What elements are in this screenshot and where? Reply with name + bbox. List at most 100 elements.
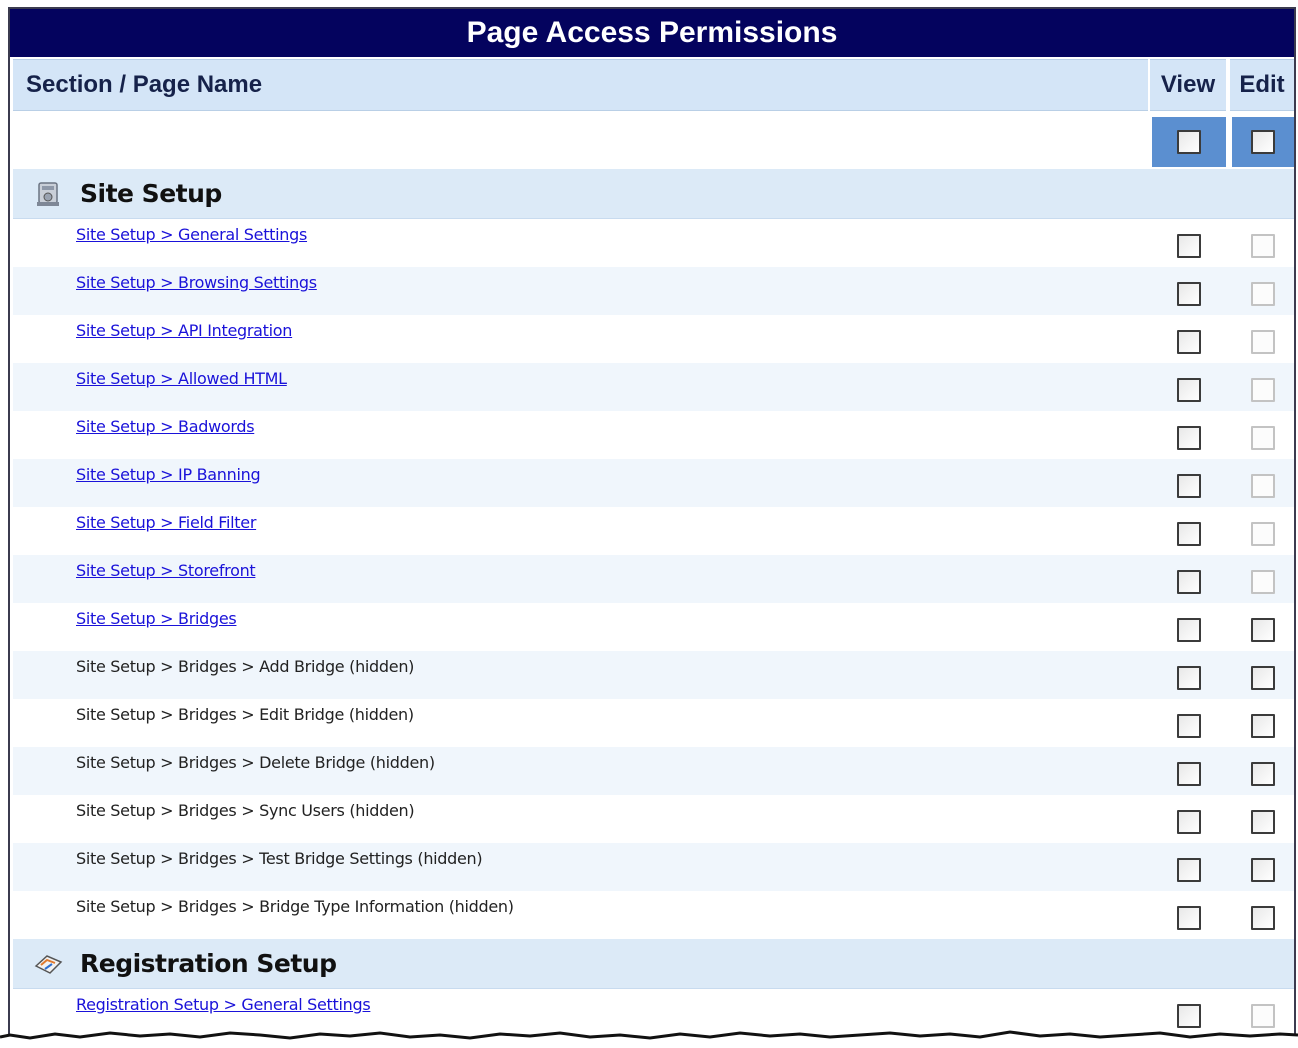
view-cell (1152, 315, 1226, 363)
torn-edge-decoration (0, 1030, 1298, 1048)
edit-cell (1232, 843, 1294, 891)
view-checkbox[interactable] (1177, 234, 1201, 258)
permission-row: Site Setup > Bridges (13, 603, 1294, 651)
view-cell (1152, 363, 1226, 411)
view-checkbox[interactable] (1177, 378, 1201, 402)
edit-checkbox-disabled (1251, 522, 1275, 546)
permission-row: Site Setup > IP Banning (13, 459, 1294, 507)
column-header-row: Section / Page Name View Edit (10, 59, 1294, 111)
edit-cell (1232, 795, 1294, 843)
section-label: Registration Setup (80, 949, 337, 978)
view-checkbox[interactable] (1177, 282, 1201, 306)
edit-cell (1232, 891, 1294, 939)
page-label: Site Setup > Bridges > Edit Bridge (hidd… (76, 705, 414, 724)
section-label: Site Setup (80, 179, 222, 208)
page-link[interactable]: Site Setup > Field Filter (76, 513, 256, 533)
page-link[interactable]: Site Setup > IP Banning (76, 465, 261, 485)
edit-checkbox[interactable] (1251, 714, 1275, 738)
page-label: Site Setup > Bridges > Add Bridge (hidde… (76, 657, 415, 676)
select-all-view-checkbox[interactable] (1177, 130, 1201, 154)
page-link[interactable]: Site Setup > API Integration (76, 321, 292, 341)
permission-row: Site Setup > Field Filter (13, 507, 1294, 555)
site-setup-icon (33, 180, 63, 208)
view-checkbox[interactable] (1177, 570, 1201, 594)
permission-row: Site Setup > Bridges > Sync Users (hidde… (13, 795, 1294, 843)
permission-row: Site Setup > Allowed HTML (13, 363, 1294, 411)
edit-cell (1232, 555, 1294, 603)
permission-row: Site Setup > Bridges > Edit Bridge (hidd… (13, 699, 1294, 747)
view-cell (1152, 651, 1226, 699)
column-header-view: View (1150, 59, 1226, 111)
edit-cell (1232, 315, 1294, 363)
edit-checkbox[interactable] (1251, 666, 1275, 690)
edit-cell (1232, 219, 1294, 267)
edit-checkbox-disabled (1251, 474, 1275, 498)
view-checkbox[interactable] (1177, 426, 1201, 450)
view-checkbox[interactable] (1177, 906, 1201, 930)
page-link[interactable]: Site Setup > Allowed HTML (76, 369, 287, 389)
permission-row: Site Setup > API Integration (13, 315, 1294, 363)
page-label: Site Setup > Bridges > Sync Users (hidde… (76, 801, 415, 820)
view-checkbox[interactable] (1177, 762, 1201, 786)
view-checkbox[interactable] (1177, 522, 1201, 546)
permission-row: Site Setup > Storefront (13, 555, 1294, 603)
edit-cell (1232, 267, 1294, 315)
view-cell (1152, 507, 1226, 555)
view-cell (1152, 891, 1226, 939)
view-checkbox[interactable] (1177, 858, 1201, 882)
page-link[interactable]: Site Setup > Browsing Settings (76, 273, 317, 293)
edit-cell (1232, 747, 1294, 795)
page-link[interactable]: Site Setup > Storefront (76, 561, 256, 581)
select-all-edit-cell (1232, 117, 1294, 167)
select-all-edit-checkbox[interactable] (1251, 130, 1275, 154)
permission-row: Site Setup > Bridges > Bridge Type Infor… (13, 891, 1294, 939)
edit-checkbox[interactable] (1251, 762, 1275, 786)
edit-checkbox[interactable] (1251, 858, 1275, 882)
permission-row: Site Setup > General Settings (13, 219, 1294, 267)
page-link[interactable]: Site Setup > General Settings (76, 225, 307, 245)
page-label: Site Setup > Bridges > Test Bridge Setti… (76, 849, 483, 868)
page-title: Page Access Permissions (10, 9, 1294, 57)
edit-checkbox[interactable] (1251, 906, 1275, 930)
view-cell (1152, 699, 1226, 747)
edit-checkbox-disabled (1251, 282, 1275, 306)
section-row: Site Setup (13, 169, 1294, 219)
view-checkbox[interactable] (1177, 618, 1201, 642)
section-row: Registration Setup (13, 939, 1294, 989)
edit-cell (1232, 651, 1294, 699)
page-link[interactable]: Site Setup > Bridges (76, 609, 237, 629)
permission-row: Site Setup > Browsing Settings (13, 267, 1294, 315)
edit-checkbox-disabled (1251, 330, 1275, 354)
view-cell (1152, 843, 1226, 891)
view-checkbox[interactable] (1177, 810, 1201, 834)
edit-cell (1232, 459, 1294, 507)
view-checkbox[interactable] (1177, 714, 1201, 738)
page-link[interactable]: Registration Setup > General Settings (76, 995, 371, 1015)
edit-cell (1232, 411, 1294, 459)
column-header-edit: Edit (1230, 59, 1294, 111)
view-cell (1152, 603, 1226, 651)
edit-checkbox-disabled (1251, 378, 1275, 402)
permissions-panel: Page Access Permissions Section / Page N… (8, 7, 1296, 1048)
view-checkbox[interactable] (1177, 474, 1201, 498)
edit-cell (1232, 699, 1294, 747)
edit-checkbox-disabled (1251, 426, 1275, 450)
edit-checkbox[interactable] (1251, 618, 1275, 642)
edit-cell (1232, 507, 1294, 555)
permission-row: Site Setup > Bridges > Add Bridge (hidde… (13, 651, 1294, 699)
edit-cell (1232, 363, 1294, 411)
view-checkbox[interactable] (1177, 666, 1201, 690)
view-checkbox[interactable] (1177, 330, 1201, 354)
edit-checkbox-disabled (1251, 570, 1275, 594)
page-link[interactable]: Site Setup > Badwords (76, 417, 255, 437)
view-cell (1152, 795, 1226, 843)
edit-checkbox[interactable] (1251, 810, 1275, 834)
registration-setup-icon (33, 950, 63, 978)
column-header-name: Section / Page Name (13, 59, 1148, 111)
view-cell (1152, 219, 1226, 267)
view-cell (1152, 555, 1226, 603)
permission-row: Site Setup > Badwords (13, 411, 1294, 459)
permission-row: Site Setup > Bridges > Test Bridge Setti… (13, 843, 1294, 891)
page-label: Site Setup > Bridges > Delete Bridge (hi… (76, 753, 435, 772)
edit-checkbox-disabled (1251, 234, 1275, 258)
